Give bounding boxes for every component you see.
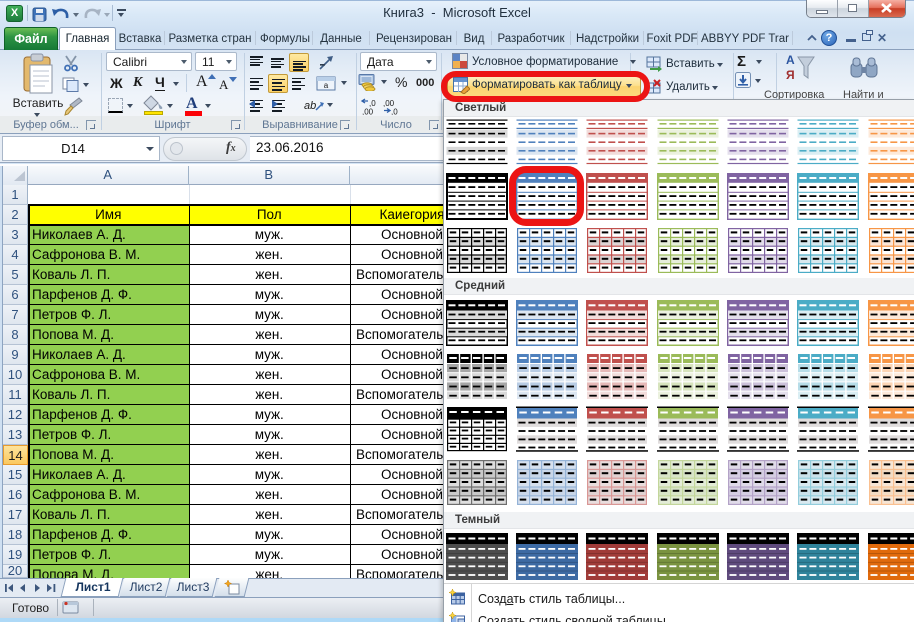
svg-text:a: a (324, 81, 329, 90)
svg-text:ab: ab (304, 100, 316, 112)
svg-text:,0: ,0 (391, 108, 398, 116)
svg-text:,00: ,00 (362, 108, 374, 116)
